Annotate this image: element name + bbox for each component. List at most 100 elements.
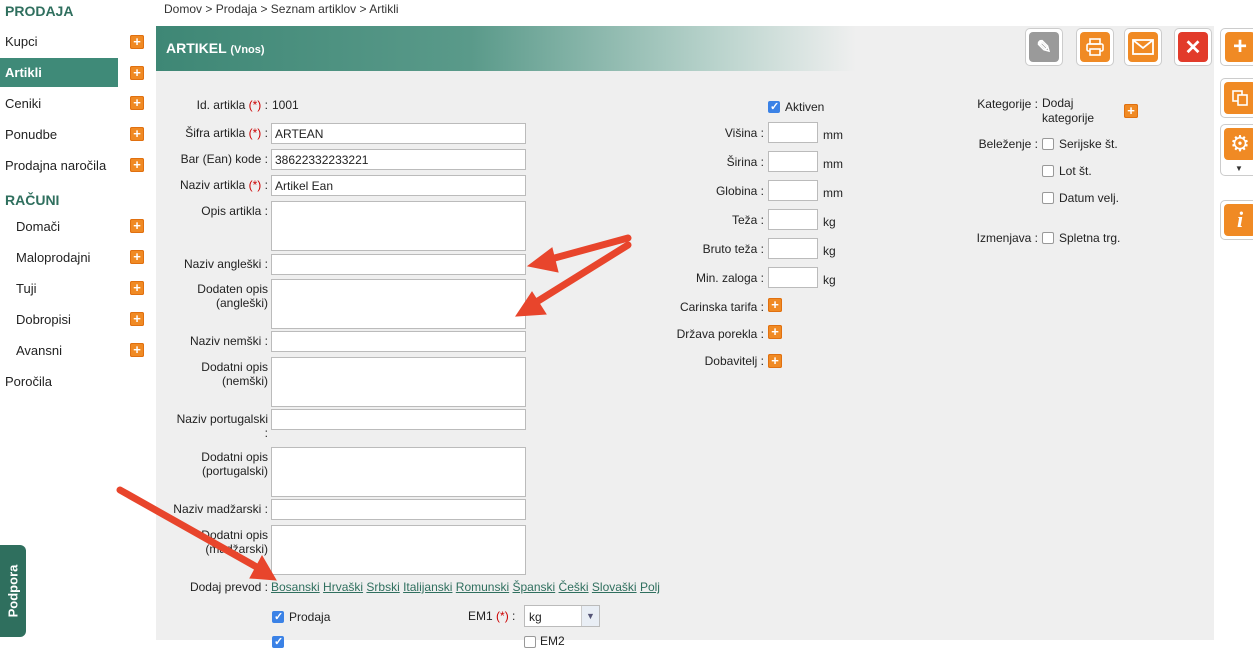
em1-select[interactable]: kg ▼ [524,605,600,627]
lang-link-srbski[interactable]: Srbski [366,580,399,594]
zaloga-input[interactable] [768,267,818,288]
opis-nem-textarea[interactable] [271,357,526,407]
colon: : [264,178,268,192]
em2-label: EM2 [540,634,565,648]
sidebar-item-ponudbe[interactable]: Ponudbe [0,120,118,149]
visina-input[interactable] [768,122,818,143]
naziv-input[interactable] [271,175,526,196]
sidebar-item-avansni[interactable]: Avansni [0,336,118,365]
sirina-input[interactable] [768,151,818,172]
add-carinska-icon[interactable]: + [768,298,782,312]
edit-button[interactable]: ✎ [1025,28,1063,66]
add-ceniki-icon[interactable]: + [130,96,144,110]
lang-link-polj[interactable]: Polj [640,580,660,594]
opis-por-textarea[interactable] [271,447,526,497]
spletna-checkbox[interactable] [1042,232,1054,244]
info-icon: i [1224,204,1253,236]
add-dobavitelj-icon[interactable]: + [768,354,782,368]
sidebar-item-dobropisi[interactable]: Dobropisi [0,305,118,334]
globina-unit: mm [823,186,843,200]
page-header: ARTIKEL (Vnos) [156,26,856,71]
add-artikli-icon[interactable]: + [130,66,144,80]
serijske-label: Serijske št. [1059,137,1118,151]
lang-link-italijanski[interactable]: Italijanski [403,580,452,594]
ean-input[interactable] [271,149,526,170]
naziv-mad-input[interactable] [271,499,526,520]
dodaj-kategorije-link[interactable]: Dodaj kategorije [1042,96,1094,126]
serijske-checkbox[interactable] [1042,138,1054,150]
naziv-ang-input[interactable] [271,254,526,275]
sidebar-item-tuji[interactable]: Tuji [0,274,118,303]
settings-button[interactable]: ⚙ ▼ [1220,124,1253,176]
sifra-label: Šifra artikla (*) : [160,126,268,140]
add-drzava-icon[interactable]: + [768,325,782,339]
info-button[interactable]: i [1220,200,1253,240]
opis-mad-textarea[interactable] [271,525,526,575]
naziv-label: Naziv artikla (*) : [160,178,268,192]
teza-input[interactable] [768,209,818,230]
globina-input[interactable] [768,180,818,201]
add-maloprodajni-icon[interactable]: + [130,250,144,264]
add-tuji-icon[interactable]: + [130,281,144,295]
sidebar-item-prodajna-narocila[interactable]: Prodajna naročila [0,151,118,180]
lang-link-ceski[interactable]: Češki [559,580,589,594]
dobavitelj-label: Dobavitelj : [704,354,764,368]
add-ponudbe-icon[interactable]: + [130,127,144,141]
sidebar-item-porocila[interactable]: Poročila [0,367,118,396]
naziv-ang-text: Naziv angleški [183,257,262,271]
prodaja-checkbox[interactable] [272,610,284,623]
lang-link-romunski[interactable]: Romunski [456,580,509,594]
add-dobropisi-icon[interactable]: + [130,312,144,326]
breadcrumb-prodaja[interactable]: Prodaja [216,2,257,16]
sidebar-item-kupci[interactable]: Kupci [0,27,118,56]
aktiven-checkbox[interactable] [768,100,780,113]
email-button[interactable] [1124,28,1162,66]
copy-button[interactable] [1220,78,1253,118]
add-kupci-icon[interactable]: + [130,35,144,49]
add-new-button[interactable]: + [1220,28,1253,66]
breadcrumb-sep: > [205,2,213,16]
pencil-icon: ✎ [1029,32,1059,62]
sidebar-item-artikli[interactable]: Artikli [0,58,118,87]
sidebar-item-ceniki[interactable]: Ceniki [0,89,118,118]
zaloga-unit: kg [823,273,836,287]
support-tab[interactable]: Podpora [0,545,26,637]
em2-checkbox[interactable] [524,636,536,648]
naziv-label-text: Naziv artikla [179,178,246,192]
lang-link-hrvaski[interactable]: Hrvaški [323,580,363,594]
naziv-por-input[interactable] [271,409,526,430]
bruto-input[interactable] [768,238,818,259]
section-prodaja: PRODAJA [5,3,74,19]
label-line2: (angleški) [215,296,268,310]
colon: : [512,609,516,623]
breadcrumb-home[interactable]: Domov [164,2,202,16]
copy-icon [1224,82,1253,114]
naziv-por-label: Naziv portugalski: [160,412,268,440]
print-button[interactable] [1076,28,1114,66]
support-label: Podpora [5,564,21,618]
lang-link-slovaski[interactable]: Slovaški [592,580,637,594]
add-kategorija-icon[interactable]: + [1124,104,1138,118]
datum-checkbox[interactable] [1042,192,1054,204]
label-line2: kategorije [1042,111,1095,125]
breadcrumb-sep: > [260,2,268,16]
label-line1: Dodatni opis [201,528,268,542]
lang-link-bosanski[interactable]: Bosanski [271,580,320,594]
title-text: ARTIKEL [166,40,227,56]
second-checkbox[interactable] [272,635,284,648]
lot-checkbox[interactable] [1042,165,1054,177]
add-avansni-icon[interactable]: + [130,343,144,357]
title-mode: (Vnos) [230,44,265,56]
lang-link-spanski[interactable]: Španski [513,580,556,594]
cancel-button[interactable]: ✕ [1174,28,1212,66]
sidebar-item-label: Maloprodajni [16,250,91,265]
add-narocila-icon[interactable]: + [130,158,144,172]
naziv-nem-input[interactable] [271,331,526,352]
sidebar-item-maloprodajni[interactable]: Maloprodajni [0,243,118,272]
sidebar-item-domaci[interactable]: Domači [0,212,118,241]
add-domaci-icon[interactable]: + [130,219,144,233]
breadcrumb-list[interactable]: Seznam artiklov [271,2,356,16]
opis-ang-textarea[interactable] [271,279,526,329]
opis-textarea[interactable] [271,201,526,251]
sifra-input[interactable] [271,123,526,144]
